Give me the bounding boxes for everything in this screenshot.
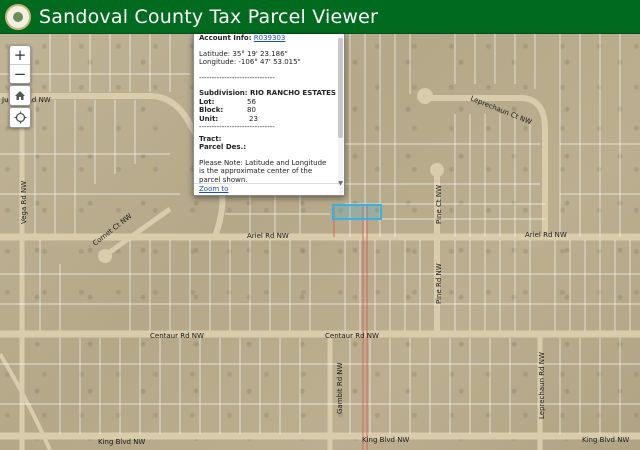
subdivision-text: Subdivision: RIO RANCHO ESTATES: [199, 89, 336, 97]
cul-de-sac: [98, 249, 112, 263]
block-row: Block: 80: [199, 106, 334, 115]
zoom-to-link[interactable]: Zoom to: [199, 185, 228, 193]
unit-value: 23: [249, 114, 258, 123]
unit-label: Unit:: [199, 114, 219, 123]
account-info-row: Account Info: R039303: [199, 34, 334, 43]
app-title: Sandoval County Tax Parcel Viewer: [39, 5, 379, 28]
road-label-leprechaun-rd: Leprechaun Rd NW: [538, 352, 546, 419]
popup-content: Account Info: R039303 Latitude: 35° 19' …: [194, 34, 344, 184]
road-label-centaur-west: Centaur Rd NW: [150, 332, 204, 340]
longitude-text: Longitude: -106° 47' 53.015": [199, 58, 301, 66]
parcel-info-popup: Account Info: R039303 Latitude: 35° 19' …: [193, 34, 345, 196]
zoom-out-button[interactable]: −: [10, 64, 30, 83]
lot-row: Lot: 56: [199, 98, 334, 107]
parcel-des-text: Parcel Des.:: [199, 143, 247, 151]
road-label-gambit: Gambit Rd NW: [336, 362, 344, 414]
app-header: Sandoval County Tax Parcel Viewer: [0, 0, 640, 34]
road-label-ariel-west: Ariel Rd NW: [247, 232, 289, 240]
county-seal-logo: [5, 3, 31, 30]
account-link[interactable]: R039303: [254, 34, 286, 42]
road-label-pine-ct: Pine Ct NW: [435, 185, 443, 224]
locate-button[interactable]: [9, 107, 31, 128]
zoom-control: + −: [9, 45, 31, 84]
lot-label: Lot:: [199, 97, 215, 106]
popup-scrollbar[interactable]: ▼: [338, 34, 343, 195]
road-label-king-west: King Blvd NW: [98, 438, 145, 446]
latitude-text: Latitude: 35° 19' 23.186": [199, 49, 288, 58]
block-label: Block:: [199, 106, 224, 114]
account-label: Account Info:: [199, 34, 252, 42]
road-label-ariel-east: Ariel Rd NW: [525, 231, 567, 239]
cul-de-sac: [417, 88, 433, 104]
block-value: 80: [247, 106, 256, 114]
home-icon: [15, 91, 25, 100]
divider-text-2: ------------------------------: [199, 123, 275, 131]
zoom-in-button[interactable]: +: [10, 46, 30, 64]
road-label-centaur-east: Centaur Rd NW: [325, 332, 379, 340]
locate-icon: [14, 111, 26, 124]
note-text: Please Note: Latitude and Longitude is t…: [199, 158, 327, 184]
selected-parcel[interactable]: [332, 204, 382, 220]
road-jupiter: [0, 93, 226, 238]
divider-text: ------------------------------: [199, 73, 275, 82]
lot-value: 56: [247, 97, 256, 106]
road-label-vega: Vega Rd NW: [20, 181, 28, 224]
tract-text: Tract:: [199, 134, 222, 143]
unit-row: Unit: 23: [199, 115, 334, 124]
road-label-king-mid: King Blvd NW: [362, 436, 409, 444]
road-label-king-east: King Blvd NW: [582, 436, 629, 444]
home-button[interactable]: [9, 85, 31, 106]
cul-de-sac: [430, 163, 444, 177]
popup-footer: Zoom to: [194, 183, 339, 195]
scrollbar-thumb[interactable]: [338, 38, 343, 138]
road-label-pine-rd: Pine Rd NW: [435, 263, 443, 304]
